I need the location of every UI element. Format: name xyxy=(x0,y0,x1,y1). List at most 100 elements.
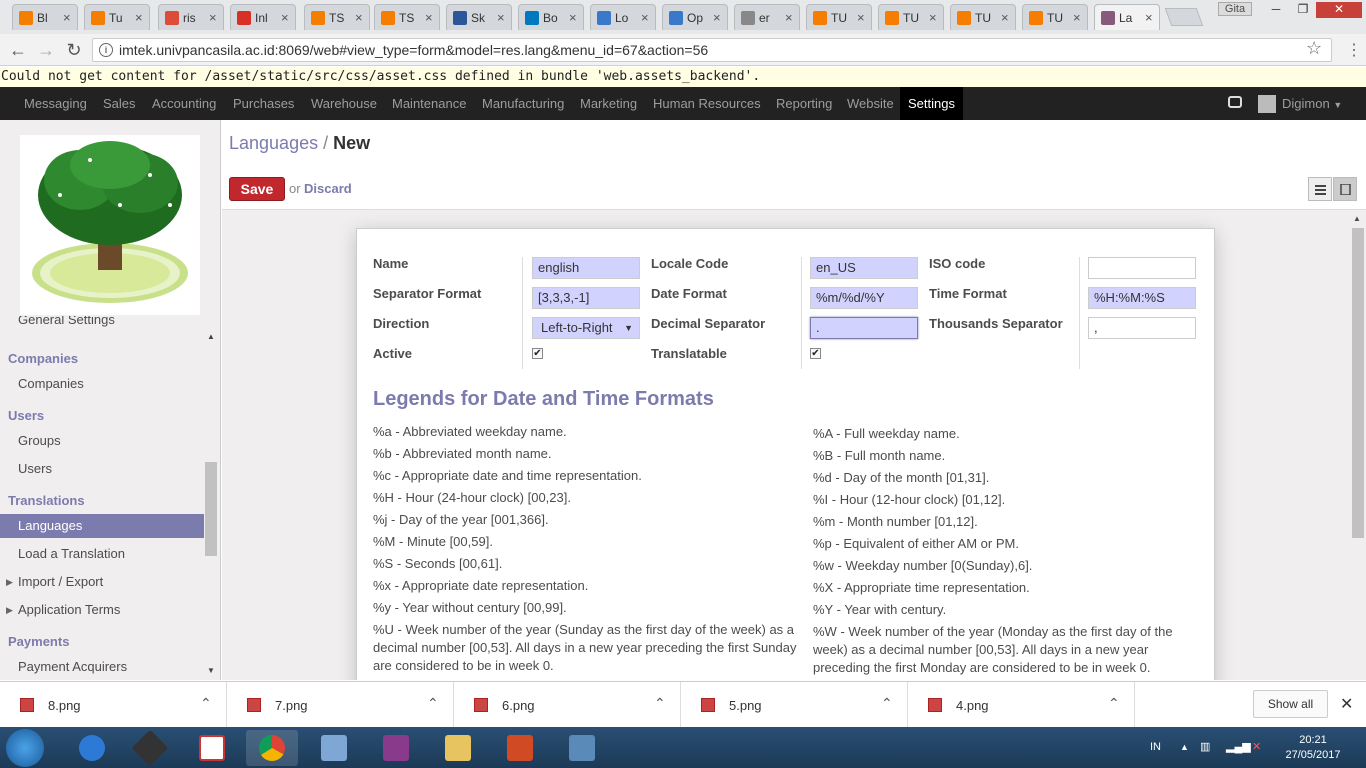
tab-close-icon[interactable]: × xyxy=(1145,10,1159,25)
thousands-separator-field[interactable]: , xyxy=(1088,317,1196,339)
taskbar-winrar[interactable] xyxy=(370,730,422,766)
minimize-icon[interactable]: ─ xyxy=(1262,2,1290,18)
bookmark-star-icon[interactable]: ☆ xyxy=(1306,38,1322,59)
tab-close-icon[interactable]: × xyxy=(857,10,871,25)
tab-close-icon[interactable]: × xyxy=(929,10,943,25)
back-icon[interactable]: ← xyxy=(6,38,30,62)
tab-close-icon[interactable]: × xyxy=(63,10,77,25)
browser-tab[interactable]: Sk × xyxy=(446,4,512,30)
topmenu-item-warehouse[interactable]: Warehouse xyxy=(311,87,377,120)
topmenu-item-human-resources[interactable]: Human Resources xyxy=(653,87,761,120)
main-scrollbar[interactable] xyxy=(1352,228,1364,538)
sidebar-scrollbar[interactable] xyxy=(205,462,217,556)
sidebar-item-companies[interactable]: Companies xyxy=(0,372,204,396)
form-view-switch[interactable] xyxy=(1333,177,1357,201)
sidebar-scroll-down-icon[interactable]: ▼ xyxy=(207,666,215,675)
download-item[interactable]: 4.png ⌃ xyxy=(908,682,1135,728)
browser-tab[interactable]: ris × xyxy=(158,4,224,30)
topmenu-item-settings[interactable]: Settings xyxy=(900,87,963,120)
avatar[interactable] xyxy=(1258,95,1276,113)
tray-network-icon[interactable]: ▥ xyxy=(1200,727,1210,768)
decimal-separator-field[interactable]: . xyxy=(810,317,918,339)
user-menu[interactable]: Digimon ▼ xyxy=(1282,87,1342,122)
topmenu-item-sales[interactable]: Sales xyxy=(103,87,136,120)
chevron-up-icon[interactable]: ⌃ xyxy=(427,695,439,712)
topmenu-item-manufacturing[interactable]: Manufacturing xyxy=(482,87,564,120)
tray-volume-muted-icon[interactable]: ✕ xyxy=(1252,727,1261,768)
tab-close-icon[interactable]: × xyxy=(641,10,655,25)
browser-menu-icon[interactable]: ⋮ xyxy=(1346,40,1362,60)
sidebar-item-import-export[interactable]: ▶ Import / Export xyxy=(0,570,204,594)
browser-tab[interactable]: TS × xyxy=(304,4,370,30)
browser-tab[interactable]: Bo × xyxy=(518,4,584,30)
tab-close-icon[interactable]: × xyxy=(785,10,799,25)
taskbar-chrome[interactable] xyxy=(246,730,298,766)
time-format-field[interactable]: %H:%M:%S xyxy=(1088,287,1196,309)
window-close-icon[interactable]: ✕ xyxy=(1316,2,1362,18)
iso-code-field[interactable] xyxy=(1088,257,1196,279)
tab-close-icon[interactable]: × xyxy=(355,10,369,25)
topmenu-item-purchases[interactable]: Purchases xyxy=(233,87,294,120)
sidebar-item-languages[interactable]: Languages xyxy=(0,514,204,538)
show-all-downloads-button[interactable]: Show all xyxy=(1253,690,1328,718)
taskbar-ie[interactable] xyxy=(66,730,118,766)
tab-close-icon[interactable]: × xyxy=(569,10,583,25)
separator-format-field[interactable]: [3,3,3,-1] xyxy=(532,287,640,309)
info-icon[interactable]: i xyxy=(99,43,113,57)
chevron-up-icon[interactable]: ⌃ xyxy=(654,695,666,712)
taskbar-photos[interactable] xyxy=(556,730,608,766)
browser-tab[interactable]: er × xyxy=(734,4,800,30)
save-button[interactable]: Save xyxy=(229,177,285,201)
translatable-checkbox[interactable]: ✔ xyxy=(810,348,821,359)
download-item[interactable]: 7.png ⌃ xyxy=(227,682,454,728)
close-download-bar-icon[interactable]: ✕ xyxy=(1340,694,1353,714)
sidebar-item-application-terms[interactable]: ▶ Application Terms xyxy=(0,598,204,622)
sidebar-item-users[interactable]: Users xyxy=(0,457,204,481)
browser-tab[interactable]: TU × xyxy=(806,4,872,30)
url-field[interactable]: i imtek.univpancasila.ac.id:8069/web#vie… xyxy=(92,38,1332,62)
discard-button[interactable]: Discard xyxy=(304,181,352,196)
browser-tab[interactable]: Tu × xyxy=(84,4,150,30)
active-checkbox[interactable]: ✔ xyxy=(532,348,543,359)
tab-close-icon[interactable]: × xyxy=(281,10,295,25)
list-view-switch[interactable] xyxy=(1308,177,1332,201)
browser-tab[interactable]: Op × xyxy=(662,4,728,30)
browser-tab[interactable]: TU × xyxy=(1022,4,1088,30)
start-button[interactable] xyxy=(6,729,44,767)
download-item[interactable]: 5.png ⌃ xyxy=(681,682,908,728)
main-scroll-up-icon[interactable]: ▲ xyxy=(1353,214,1361,223)
topmenu-item-accounting[interactable]: Accounting xyxy=(152,87,216,120)
browser-tab[interactable]: Bl × xyxy=(12,4,78,30)
expand-caret-icon[interactable]: ▶ xyxy=(6,570,13,594)
chevron-up-icon[interactable]: ⌃ xyxy=(1108,695,1120,712)
reload-icon[interactable]: ↻ xyxy=(62,38,86,62)
tray-signal-icon[interactable]: ▂▄▆ xyxy=(1226,727,1251,768)
forward-icon[interactable]: → xyxy=(34,38,58,62)
tab-close-icon[interactable]: × xyxy=(1073,10,1087,25)
sidebar-item-groups[interactable]: Groups xyxy=(0,429,204,453)
download-item[interactable]: 8.png ⌃ xyxy=(0,682,227,728)
tab-close-icon[interactable]: × xyxy=(713,10,727,25)
browser-tab[interactable]: TS × xyxy=(374,4,440,30)
chevron-up-icon[interactable]: ⌃ xyxy=(200,695,212,712)
topmenu-item-maintenance[interactable]: Maintenance xyxy=(392,87,466,120)
topmenu-item-reporting[interactable]: Reporting xyxy=(776,87,832,120)
browser-tab[interactable]: TU × xyxy=(950,4,1016,30)
restore-icon[interactable]: ❐ xyxy=(1290,2,1316,18)
topmenu-item-marketing[interactable]: Marketing xyxy=(580,87,637,120)
sidebar-item-payment-acquirers[interactable]: Payment Acquirers xyxy=(0,655,204,679)
download-item[interactable]: 6.png ⌃ xyxy=(454,682,681,728)
browser-tab[interactable]: Inl × xyxy=(230,4,296,30)
sidebar-item-load-a-translation[interactable]: Load a Translation xyxy=(0,542,204,566)
taskbar-powerpoint[interactable] xyxy=(494,730,546,766)
locale-code-field[interactable]: en_US xyxy=(810,257,918,279)
tab-close-icon[interactable]: × xyxy=(1001,10,1015,25)
tray-expand-icon[interactable]: ▲ xyxy=(1180,727,1189,768)
browser-tab[interactable]: Lo × xyxy=(590,4,656,30)
browser-tab[interactable]: La × xyxy=(1094,4,1160,30)
tab-close-icon[interactable]: × xyxy=(135,10,149,25)
sidebar-scroll-up-icon[interactable]: ▲ xyxy=(207,332,215,341)
taskbar-nox[interactable] xyxy=(124,729,176,767)
topmenu-item-website[interactable]: Website xyxy=(847,87,894,120)
taskbar-player[interactable] xyxy=(186,730,238,766)
